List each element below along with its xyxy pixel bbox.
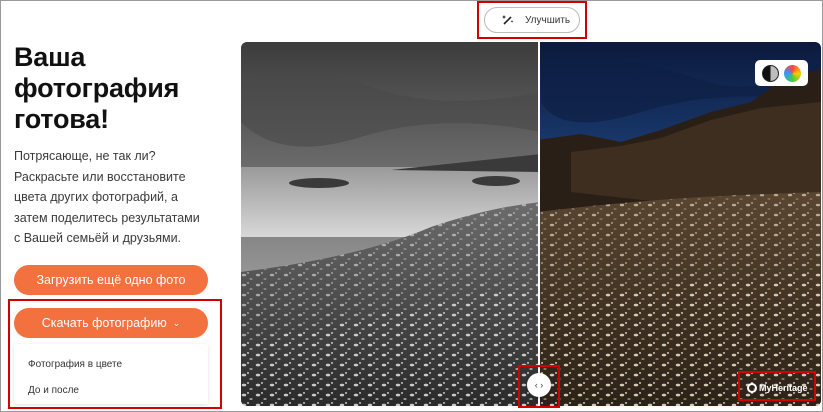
- title-line: фотография: [14, 73, 180, 103]
- description-text: Потрясающе, не так ли? Раскрасьте или во…: [14, 146, 229, 249]
- menu-item-before-after[interactable]: До и после: [28, 385, 79, 396]
- title-line: Ваша: [14, 42, 86, 72]
- color-mode-toggle[interactable]: [755, 60, 808, 86]
- watermark-text: MyHeritage: [759, 383, 808, 393]
- upload-another-photo-button[interactable]: Загрузить ещё одно фото: [14, 265, 208, 295]
- download-button-label: Скачать фотографию: [41, 316, 167, 330]
- enhance-label: Улучшить: [525, 14, 571, 26]
- enhance-button[interactable]: Улучшить: [484, 7, 580, 33]
- intro-panel: Ваша фотография готова! Потрясающе, не т…: [14, 42, 229, 249]
- download-photo-button[interactable]: Скачать фотографию ⌄: [14, 308, 208, 338]
- title-line: готова!: [14, 104, 109, 134]
- description-line: цвета других фотографий, а: [14, 190, 178, 204]
- download-options-menu: Фотография в цвете До и после: [14, 344, 208, 404]
- arrows-left-right-icon: ‹ ›: [534, 380, 544, 390]
- magic-wand-icon: [502, 15, 514, 25]
- menu-item-color-photo[interactable]: Фотография в цвете: [28, 359, 122, 370]
- description-line: с Вашей семьёй и друзьями.: [14, 231, 182, 245]
- comparison-divider[interactable]: [538, 42, 540, 406]
- description-line: Потрясающе, не так ли?: [14, 149, 156, 163]
- myheritage-logo-icon: [747, 383, 757, 393]
- color-wheel-icon[interactable]: [784, 64, 802, 82]
- black-white-icon[interactable]: [761, 64, 779, 82]
- description-line: Раскрасьте или восстановите: [14, 169, 186, 184]
- photo-comparison-viewer[interactable]: [241, 42, 821, 406]
- watermark: MyHeritage: [747, 380, 808, 396]
- comparison-slider-handle[interactable]: ‹ ›: [527, 373, 551, 397]
- page-title: Ваша фотография готова!: [14, 42, 229, 135]
- photo-comparison-image: [241, 42, 821, 406]
- upload-button-label: Загрузить ещё одно фото: [36, 273, 186, 287]
- description-line: затем поделитесь результатами: [14, 210, 200, 225]
- chevron-down-icon: ⌄: [172, 317, 181, 328]
